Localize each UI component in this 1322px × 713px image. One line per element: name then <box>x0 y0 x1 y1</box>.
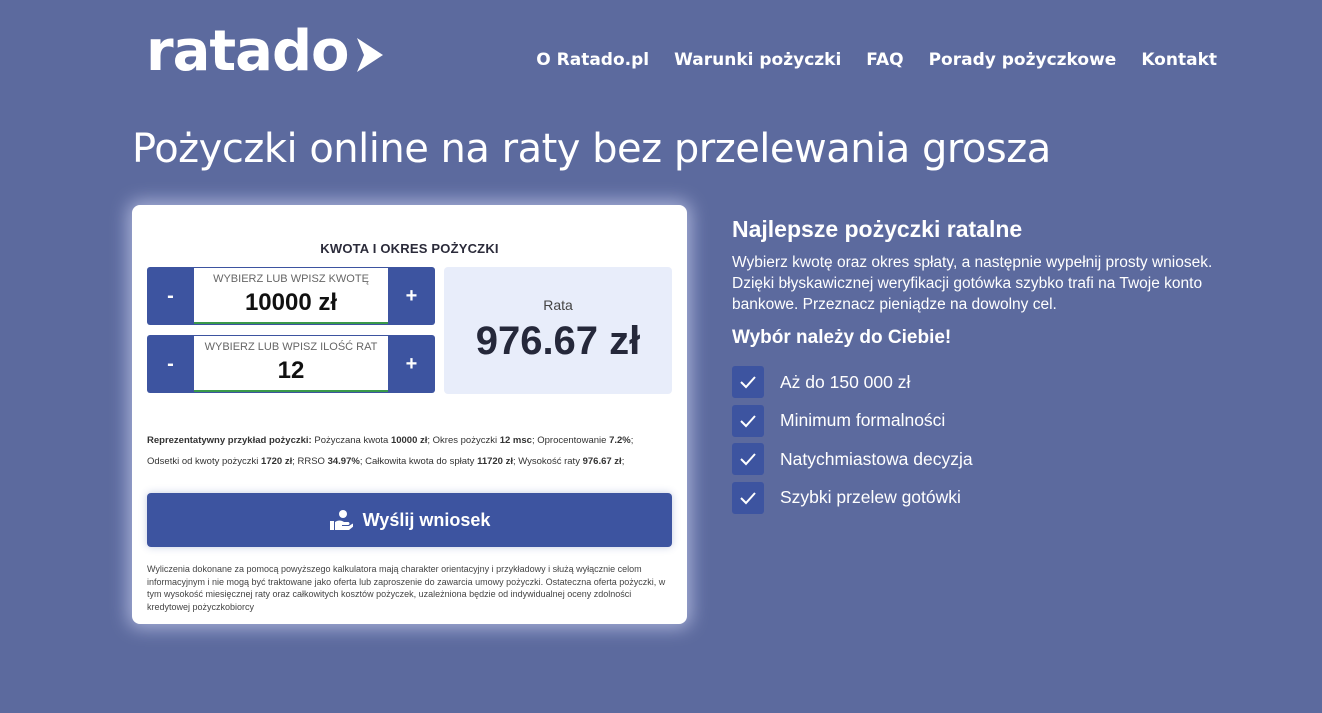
example-text: ; Oprocentowanie <box>531 435 610 446</box>
feature-label: Minimum formalności <box>780 410 946 431</box>
representative-example: Reprezentatywny przykład pożyczki: Pożyc… <box>147 430 672 472</box>
nav-loan-tips[interactable]: Porady pożyczkowe <box>929 50 1117 70</box>
disclaimer-text: Wyliczenia dokonane za pomocą powyższego… <box>147 564 666 612</box>
info-section: Najlepsze pożyczki ratalne Wybierz kwotę… <box>732 216 1242 517</box>
example-text: ; <box>621 456 625 467</box>
logo-text: ratado <box>146 19 350 84</box>
main-nav: O Ratado.pl Warunki pożyczki FAQ Porady … <box>536 50 1217 70</box>
checkmark-icon <box>732 366 764 399</box>
example-text: Pożyczana kwota <box>311 435 391 446</box>
nav-about[interactable]: O Ratado.pl <box>536 50 649 70</box>
info-description: Wybierz kwotę oraz okres spłaty, a nastę… <box>732 254 1213 313</box>
example-text: ; Całkowita kwota do spłaty <box>359 456 478 467</box>
nav-contact[interactable]: Kontakt <box>1141 50 1217 70</box>
feature-label: Aż do 150 000 zł <box>780 371 911 392</box>
example-value: 34.97% <box>327 456 360 467</box>
submit-application-button[interactable]: Wyślij wniosek <box>147 493 672 547</box>
example-intro: Reprezentatywny przykład pożyczki: <box>147 435 312 446</box>
example-value: 11720 zł <box>477 456 513 467</box>
installment-result: Rata 976.67 zł <box>444 267 672 394</box>
example-value: 12 msc <box>499 435 532 446</box>
installment-value: 976.67 zł <box>475 319 641 363</box>
feature-label: Natychmiastowa decyzja <box>780 448 973 469</box>
installment-label: Rata <box>543 297 573 313</box>
amount-field[interactable]: WYBIERZ LUB WPISZ KWOTĘ 10000 zł <box>194 268 388 324</box>
installments-field[interactable]: WYBIERZ LUB WPISZ ILOŚĆ RAT 12 <box>194 336 388 392</box>
list-item: Minimum formalności <box>732 402 1242 441</box>
installments-stepper: - WYBIERZ LUB WPISZ ILOŚĆ RAT 12 + <box>147 335 435 393</box>
amount-stepper: - WYBIERZ LUB WPISZ KWOTĘ 10000 zł + <box>147 267 435 325</box>
example-text: ; Okres pożyczki <box>427 435 500 446</box>
nav-faq[interactable]: FAQ <box>866 50 903 70</box>
ratado-logo[interactable]: ratado <box>146 24 385 80</box>
example-text: ; <box>630 435 634 446</box>
amount-label: WYBIERZ LUB WPISZ KWOTĘ <box>213 273 369 285</box>
info-heading: Najlepsze pożyczki ratalne <box>732 216 1023 242</box>
example-value: 7.2% <box>609 435 631 446</box>
example-text: ; Wysokość raty <box>512 456 583 467</box>
hand-money-icon <box>329 510 353 530</box>
calculator-title: KWOTA I OKRES POŻYCZKI <box>320 241 499 256</box>
nav-loan-terms[interactable]: Warunki pożyczki <box>674 50 841 70</box>
list-item: Aż do 150 000 zł <box>732 363 1242 402</box>
submit-label: Wyślij wniosek <box>362 509 491 530</box>
amount-decrease-button[interactable]: - <box>147 267 194 325</box>
page-title: Pożyczki online na raty bez przelewania … <box>132 126 1051 172</box>
checkmark-icon <box>732 481 764 514</box>
list-item: Natychmiastowa decyzja <box>732 440 1242 479</box>
feature-list: Aż do 150 000 zł Minimum formalności Nat… <box>732 363 1242 517</box>
amount-increase-button[interactable]: + <box>388 267 435 325</box>
example-value: 10000 zł <box>390 435 428 446</box>
example-value: 1720 zł <box>261 456 293 467</box>
checkmark-icon <box>732 404 764 437</box>
amount-value[interactable]: 10000 zł <box>245 289 337 317</box>
installments-decrease-button[interactable]: - <box>147 335 194 393</box>
example-text: Odsetki od kwoty pożyczki <box>147 456 262 467</box>
installments-value[interactable]: 12 <box>278 357 305 385</box>
info-subheading: Wybór należy do Ciebie! <box>732 327 952 348</box>
feature-label: Szybki przelew gotówki <box>780 487 961 508</box>
loan-calculator-card: KWOTA I OKRES POŻYCZKI - WYBIERZ LUB WPI… <box>132 205 687 624</box>
example-text: ; RRSO <box>292 456 328 467</box>
list-item: Szybki przelew gotówki <box>732 479 1242 518</box>
installments-label: WYBIERZ LUB WPISZ ILOŚĆ RAT <box>204 341 378 353</box>
example-value: 976.67 zł <box>582 456 622 467</box>
checkmark-icon <box>732 443 764 476</box>
installments-increase-button[interactable]: + <box>388 335 435 393</box>
logo-arrow-icon <box>356 38 383 72</box>
